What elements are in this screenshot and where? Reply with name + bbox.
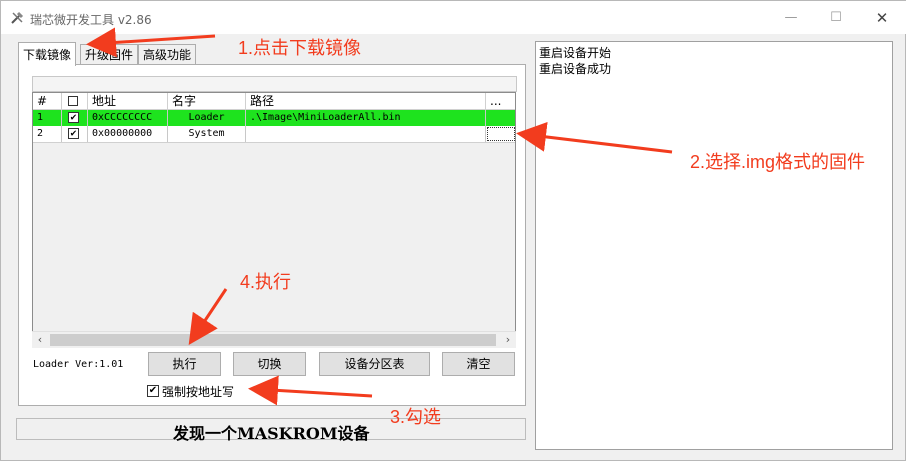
scroll-right-icon[interactable]: ›	[500, 332, 516, 348]
tab-download-image[interactable]: 下载镜像	[18, 42, 77, 66]
title-bar: 瑞芯微开发工具 v2.86 — ☐ ✕	[1, 1, 907, 34]
col-check-header[interactable]	[62, 93, 88, 109]
switch-button[interactable]: 切换	[233, 352, 306, 376]
row-checkbox[interactable]: ✔	[68, 128, 79, 139]
log-line: 重启设备开始	[539, 46, 612, 60]
row-check-cell: ✔	[62, 126, 88, 142]
minimize-button[interactable]: —	[776, 7, 806, 29]
log-line: 重启设备成功	[539, 62, 612, 76]
status-text: 发现一个MASKROM设备	[173, 424, 370, 443]
col-name-header: 名字	[168, 93, 246, 109]
table-header: # 地址 名字 路径 ...	[33, 93, 515, 110]
clear-button[interactable]: 清空	[442, 352, 515, 376]
partition-table-button[interactable]: 设备分区表	[319, 352, 430, 376]
annotation-step3: 3.勾选	[390, 407, 442, 427]
panel-divider	[32, 76, 517, 92]
execute-button[interactable]: 执行	[148, 352, 221, 376]
col-index-header: #	[33, 93, 62, 109]
log-panel[interactable]: 重启设备开始 重启设备成功	[535, 41, 893, 450]
browse-file-button[interactable]	[487, 127, 515, 141]
image-table: # 地址 名字 路径 ... 1 ✔ 0xCCCCCCCC Loader .\I…	[32, 92, 516, 347]
status-bar: 发现一个MASKROM设备	[16, 418, 526, 443]
col-address-header: 地址	[88, 93, 168, 109]
row-check-cell: ✔	[62, 110, 88, 126]
tab-upgrade-firmware[interactable]: 升级固件	[80, 44, 139, 65]
window-title: 瑞芯微开发工具 v2.86	[30, 13, 152, 27]
col-browse-header: ...	[490, 94, 502, 108]
maximize-button[interactable]: ☐	[821, 7, 851, 29]
table-row[interactable]: 1 ✔ 0xCCCCCCCC Loader .\Image\MiniLoader…	[33, 110, 515, 126]
close-button[interactable]: ✕	[867, 7, 897, 29]
scroll-left-icon[interactable]: ‹	[32, 332, 48, 348]
scroll-thumb[interactable]	[50, 334, 496, 346]
horizontal-scrollbar[interactable]: ‹ ›	[32, 331, 516, 348]
row-browse-cell[interactable]	[486, 110, 515, 126]
row-path[interactable]	[246, 126, 486, 142]
tab-advanced[interactable]: 高级功能	[138, 44, 197, 65]
row-address[interactable]: 0xCCCCCCCC	[88, 110, 168, 126]
row-index: 1	[33, 110, 62, 126]
force-write-checkbox[interactable]: ✔	[147, 385, 159, 397]
select-all-checkbox[interactable]	[68, 96, 78, 106]
annotation-step2: 2.选择.img格式的固件	[690, 152, 866, 172]
annotation-step4: 4.执行	[240, 272, 292, 292]
loader-version: Loader Ver:1.01	[33, 359, 124, 370]
row-path[interactable]: .\Image\MiniLoaderAll.bin	[246, 110, 486, 126]
force-write-label[interactable]: 强制按地址写	[162, 383, 234, 400]
row-name[interactable]: System	[168, 126, 246, 142]
row-address[interactable]: 0x00000000	[88, 126, 168, 142]
row-name[interactable]: Loader	[168, 110, 246, 126]
row-index: 2	[33, 126, 62, 142]
annotation-step1: 1.点击下载镜像	[238, 38, 362, 58]
col-path-header: 路径	[246, 93, 486, 109]
tools-icon	[11, 11, 24, 24]
table-row[interactable]: 2 ✔ 0x00000000 System	[33, 126, 515, 143]
row-checkbox[interactable]: ✔	[68, 112, 79, 123]
